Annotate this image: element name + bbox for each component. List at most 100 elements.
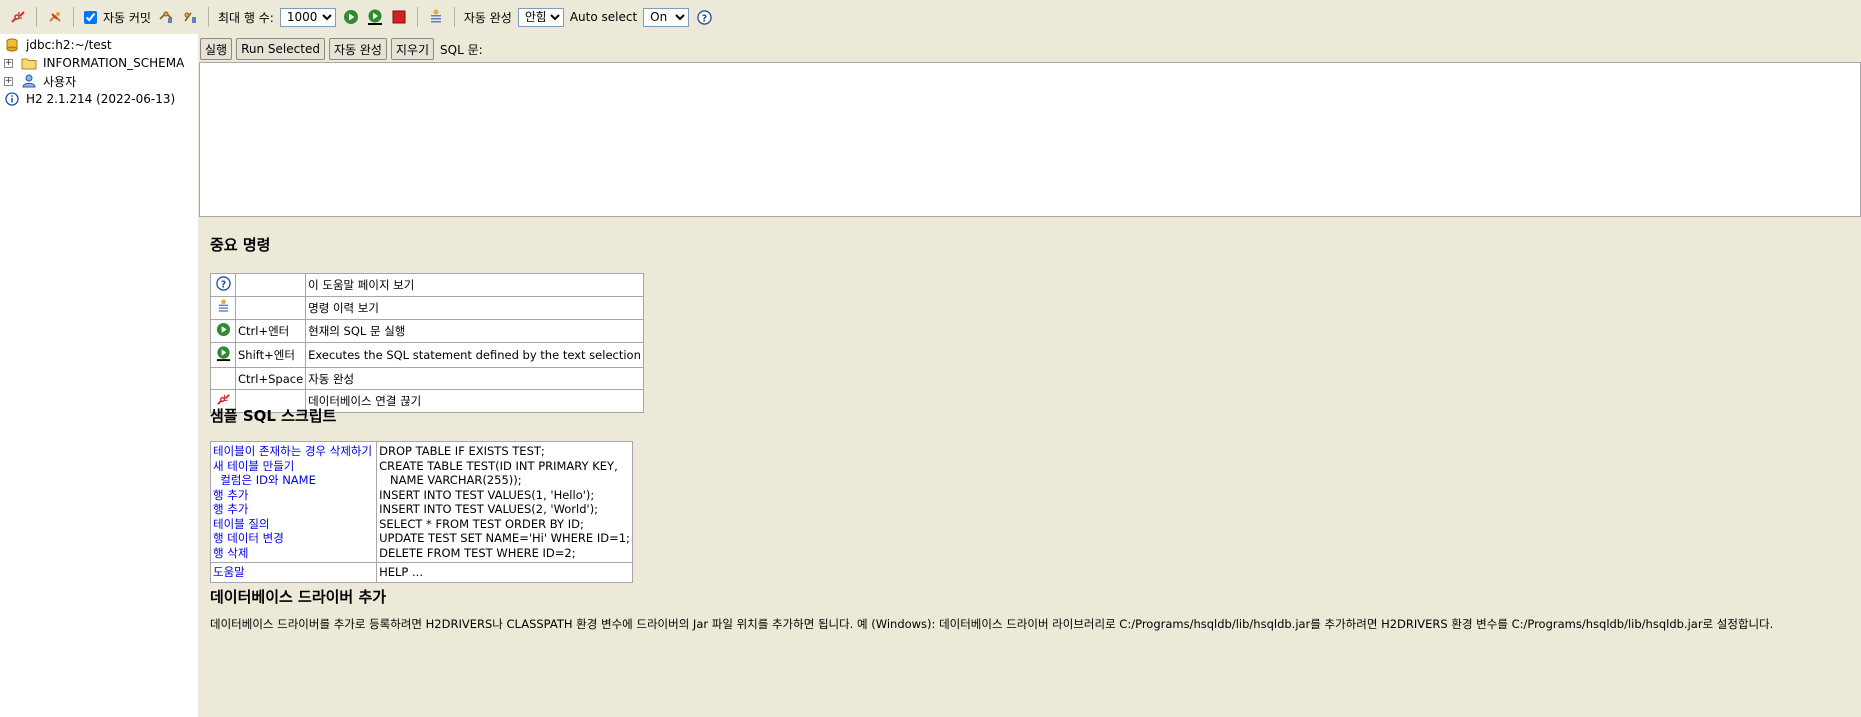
help-icon-cell bbox=[210, 342, 236, 368]
sample-link[interactable]: 행 추가 bbox=[213, 502, 372, 517]
help-desc: 데이터베이스 연결 끊기 bbox=[305, 389, 644, 413]
auto-complete-select[interactable]: 안함 bbox=[517, 7, 564, 27]
toolbar-separator bbox=[207, 7, 209, 27]
tree-connection[interactable]: jdbc:h2:~/test bbox=[0, 36, 198, 54]
run-selected-button[interactable]: Run Selected bbox=[236, 38, 325, 60]
clear-button[interactable]: 지우기 bbox=[390, 38, 435, 60]
sample-sql-line: UPDATE TEST SET NAME='Hi' WHERE ID=1; bbox=[379, 531, 630, 545]
sample-sql-line: INSERT INTO TEST VALUES(1, 'Hello'); bbox=[379, 487, 595, 502]
auto-complete-button[interactable]: 자동 완성 bbox=[328, 38, 387, 60]
help-desc: 명령 이력 보기 bbox=[305, 296, 644, 320]
expand-icon[interactable]: + bbox=[4, 58, 13, 68]
drivers-text: 데이터베이스 드라이버를 추가로 등록하려면 H2DRIVERS나 CLASSP… bbox=[210, 617, 1774, 631]
database-icon bbox=[4, 37, 20, 53]
run-selected-icon[interactable] bbox=[215, 345, 232, 362]
run-icon[interactable] bbox=[341, 7, 361, 27]
sample-sql-line: HELP ... bbox=[379, 565, 423, 579]
help-desc: 자동 완성 bbox=[305, 367, 644, 390]
table-row: Ctrl+엔터 현재의 SQL 문 실행 bbox=[210, 319, 644, 343]
stop-icon[interactable] bbox=[389, 7, 409, 27]
auto-commit-label: 자동 커밋 bbox=[103, 10, 151, 25]
help-key: Shift+엔터 bbox=[234, 342, 307, 368]
samples-title: 샘플 SQL 스크립트 bbox=[210, 407, 337, 425]
help-desc: 이 도움말 페이지 보기 bbox=[305, 273, 644, 297]
sample-link[interactable]: 새 테이블 만들기 bbox=[213, 459, 372, 474]
sample-sql-line: DROP TABLE IF EXISTS TEST; bbox=[379, 444, 545, 458]
history-icon[interactable] bbox=[426, 7, 446, 27]
help-title: 중요 명령 bbox=[210, 236, 271, 254]
svg-text:?: ? bbox=[701, 13, 706, 24]
help-icon-cell bbox=[210, 367, 236, 390]
help-icon[interactable]: ? bbox=[694, 7, 714, 27]
tree-version-label: H2 2.1.214 (2022-06-13) bbox=[26, 92, 176, 106]
table-row: ? 이 도움말 페이지 보기 bbox=[210, 273, 644, 297]
disconnect-icon[interactable] bbox=[8, 7, 28, 27]
sample-links-cell: 도움말 bbox=[209, 562, 378, 583]
sample-sql-line: CREATE TABLE TEST(ID INT PRIMARY KEY, bbox=[379, 458, 618, 473]
table-row: 명령 이력 보기 bbox=[210, 296, 644, 320]
auto-complete-label: 자동 완성 bbox=[463, 10, 512, 25]
table-row: 도움말 HELP ... bbox=[209, 562, 633, 583]
help-table: ? 이 도움말 페이지 보기 명령 이력 보기 Ctrl+엔터 현재의 SQL … bbox=[210, 273, 644, 413]
sample-link[interactable]: 컬럼은 ID와 NAME bbox=[213, 473, 372, 488]
toolbar-separator bbox=[416, 7, 418, 27]
sql-editor[interactable] bbox=[199, 62, 1861, 217]
svg-text:?: ? bbox=[220, 279, 225, 290]
tree-item-users[interactable]: + 사용자 bbox=[0, 72, 198, 90]
help-key bbox=[234, 273, 307, 297]
folder-icon bbox=[21, 55, 37, 71]
run-button[interactable]: 실행 bbox=[200, 38, 233, 60]
auto-select-select[interactable]: On bbox=[643, 7, 690, 27]
help-desc: 현재의 SQL 문 실행 bbox=[305, 319, 644, 343]
refresh-icon[interactable] bbox=[45, 7, 65, 27]
info-icon bbox=[4, 91, 20, 107]
sample-sql-table: 테이블이 존재하는 경우 삭제하기 새 테이블 만들기 컬럼은 ID와 NAME… bbox=[209, 441, 633, 583]
sample-link[interactable]: 행 삭제 bbox=[213, 546, 372, 561]
sample-sql-cell: HELP ... bbox=[376, 562, 633, 583]
table-row: Shift+엔터 Executes the SQL statement defi… bbox=[210, 342, 644, 368]
run-selected-icon[interactable] bbox=[365, 7, 385, 27]
sample-link[interactable]: 테이블이 존재하는 경우 삭제하기 bbox=[213, 444, 372, 459]
object-tree: jdbc:h2:~/test + INFORMATION_SCHEMA + 사용… bbox=[0, 34, 198, 717]
help-key: Ctrl+Space bbox=[234, 367, 307, 390]
table-row: Ctrl+Space 자동 완성 bbox=[210, 367, 644, 390]
toolbar-separator bbox=[73, 7, 74, 27]
toolbar: 자동 커밋 최대 행 수: 1000 자동 완성 안함 Auto select … bbox=[0, 0, 1861, 34]
help-key: Ctrl+엔터 bbox=[234, 319, 307, 343]
help-link[interactable]: 도움말 bbox=[213, 565, 374, 580]
sample-link[interactable]: 행 추가 bbox=[213, 488, 372, 503]
sample-links-cell: 테이블이 존재하는 경우 삭제하기 새 테이블 만들기 컬럼은 ID와 NAME… bbox=[209, 441, 378, 563]
tree-item-version: H2 2.1.214 (2022-06-13) bbox=[0, 90, 198, 108]
help-icon[interactable]: ? bbox=[215, 276, 231, 291]
commit-icon[interactable] bbox=[180, 7, 200, 27]
tree-item-schema[interactable]: + INFORMATION_SCHEMA bbox=[0, 54, 198, 72]
auto-select-label: Auto select bbox=[569, 10, 638, 24]
sample-link[interactable]: 테이블 질의 bbox=[213, 517, 372, 532]
sample-sql-line: INSERT INTO TEST VALUES(2, 'World'); bbox=[379, 502, 599, 516]
help-icon-cell bbox=[210, 296, 236, 320]
auto-commit-checkbox[interactable] bbox=[84, 10, 97, 24]
sample-sql-line: SELECT * FROM TEST ORDER BY ID; bbox=[379, 516, 584, 531]
users-icon bbox=[21, 73, 37, 89]
toolbar-separator bbox=[36, 7, 37, 27]
max-rows-label: 최대 행 수: bbox=[217, 10, 274, 25]
sample-link[interactable]: 행 데이터 변경 bbox=[213, 531, 372, 546]
help-key bbox=[234, 296, 307, 320]
drivers-title: 데이터베이스 드라이버 추가 bbox=[210, 588, 387, 606]
sample-sql-line: NAME VARCHAR(255)); bbox=[379, 473, 522, 487]
help-desc: Executes the SQL statement defined by th… bbox=[305, 342, 644, 368]
toolbar-separator bbox=[453, 7, 455, 27]
run-icon[interactable] bbox=[216, 322, 231, 337]
sample-sql-cell: DROP TABLE IF EXISTS TEST; CREATE TABLE … bbox=[376, 441, 633, 563]
sql-statement-label: SQL 문: bbox=[440, 42, 483, 57]
tree-connection-label: jdbc:h2:~/test bbox=[26, 38, 112, 52]
help-icon-cell bbox=[210, 319, 236, 343]
history-icon[interactable] bbox=[216, 299, 231, 314]
max-rows-select[interactable]: 1000 bbox=[279, 7, 336, 27]
table-row: 테이블이 존재하는 경우 삭제하기 새 테이블 만들기 컬럼은 ID와 NAME… bbox=[209, 441, 633, 563]
tree-item-label: INFORMATION_SCHEMA bbox=[43, 56, 185, 70]
tree-item-label: 사용자 bbox=[43, 74, 77, 89]
rollback-icon[interactable] bbox=[156, 7, 176, 27]
expand-icon[interactable]: + bbox=[4, 76, 13, 86]
query-button-row: 실행 Run Selected 자동 완성 지우기 SQL 문: bbox=[200, 38, 483, 60]
